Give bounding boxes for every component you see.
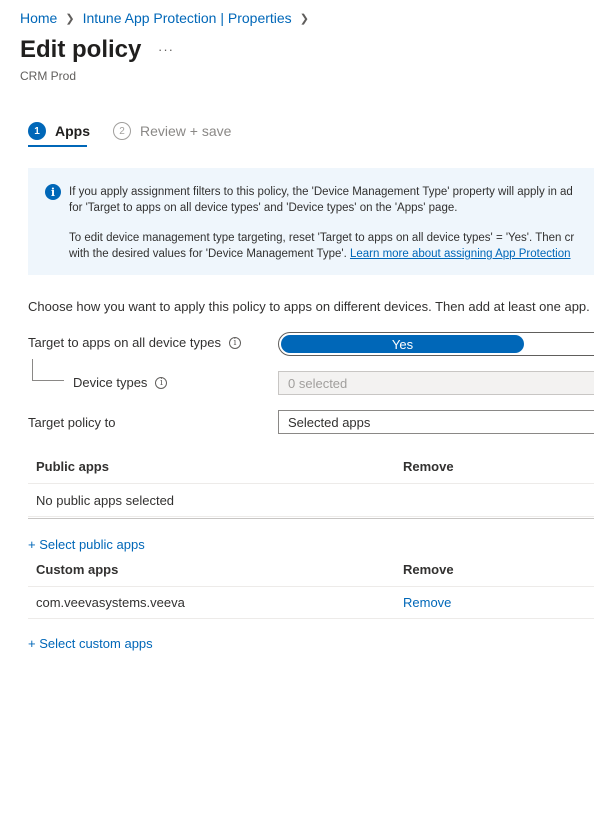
select-custom-apps-link[interactable]: + Select custom apps (28, 636, 153, 651)
info-line: To edit device management type targeting… (69, 232, 575, 244)
device-types-label: Device types i (73, 375, 168, 390)
info-banner: i If you apply assignment filters to thi… (28, 168, 594, 275)
column-header: Remove (403, 459, 454, 474)
info-line: If you apply assignment filters to this … (69, 186, 573, 198)
table-row: com.veevasystems.veeva Remove (28, 587, 594, 619)
breadcrumb: Home ❯ Intune App Protection | Propertie… (20, 10, 317, 26)
target-policy-label: Target policy to (28, 415, 116, 430)
target-all-devices-label: Target to apps on all device types i (28, 335, 241, 350)
empty-state-text: No public apps selected (36, 492, 175, 508)
breadcrumb-home-link[interactable]: Home (20, 10, 57, 26)
step-number-badge: 1 (28, 122, 46, 140)
step-label: Apps (55, 123, 90, 139)
column-header: Public apps (36, 459, 109, 474)
more-options-button[interactable]: ··· (158, 42, 174, 57)
public-apps-header: Public apps Remove (28, 450, 594, 484)
tree-connector (32, 359, 64, 381)
wizard-steps: 1 Apps 2 Review + save (28, 121, 231, 141)
table-row: No public apps selected (28, 484, 594, 517)
info-icon[interactable]: i (228, 336, 241, 349)
learn-more-link[interactable]: Learn more about assigning App Protectio… (350, 248, 571, 260)
info-icon[interactable]: i (155, 376, 168, 389)
select-public-apps-link[interactable]: + Select public apps (28, 537, 145, 552)
breadcrumb-properties-link[interactable]: Intune App Protection | Properties (83, 10, 292, 26)
info-line: with the desired values for 'Device Mana… (69, 248, 350, 260)
field-label-text: Device types (73, 375, 148, 390)
page-title: Edit policy (20, 36, 142, 63)
chevron-right-icon: ❯ (299, 12, 309, 25)
chevron-right-icon: ❯ (65, 12, 75, 25)
step-review-save[interactable]: 2 Review + save (113, 121, 231, 141)
step-number-badge: 2 (113, 122, 131, 140)
field-label-text: Target to apps on all device types (28, 335, 221, 350)
target-all-devices-toggle[interactable]: Yes (278, 332, 594, 356)
column-header: Remove (403, 562, 454, 577)
instructions-text: Choose how you want to apply this policy… (28, 299, 590, 314)
app-name: com.veevasystems.veeva (36, 595, 185, 610)
custom-apps-header: Custom apps Remove (28, 553, 594, 587)
device-types-dropdown: 0 selected (278, 371, 594, 395)
step-apps[interactable]: 1 Apps (28, 121, 90, 141)
info-icon: i (45, 184, 61, 200)
active-step-indicator (28, 145, 87, 147)
info-line: for 'Target to apps on all device types'… (69, 202, 458, 214)
step-label: Review + save (140, 123, 232, 139)
remove-app-link[interactable]: Remove (403, 587, 451, 618)
target-policy-dropdown[interactable]: Selected apps (278, 410, 594, 434)
column-header: Custom apps (36, 562, 119, 577)
toggle-yes-option[interactable]: Yes (281, 335, 524, 353)
info-banner-text: If you apply assignment filters to this … (69, 184, 594, 275)
divider (28, 518, 594, 519)
page-subtitle: CRM Prod (20, 69, 77, 83)
